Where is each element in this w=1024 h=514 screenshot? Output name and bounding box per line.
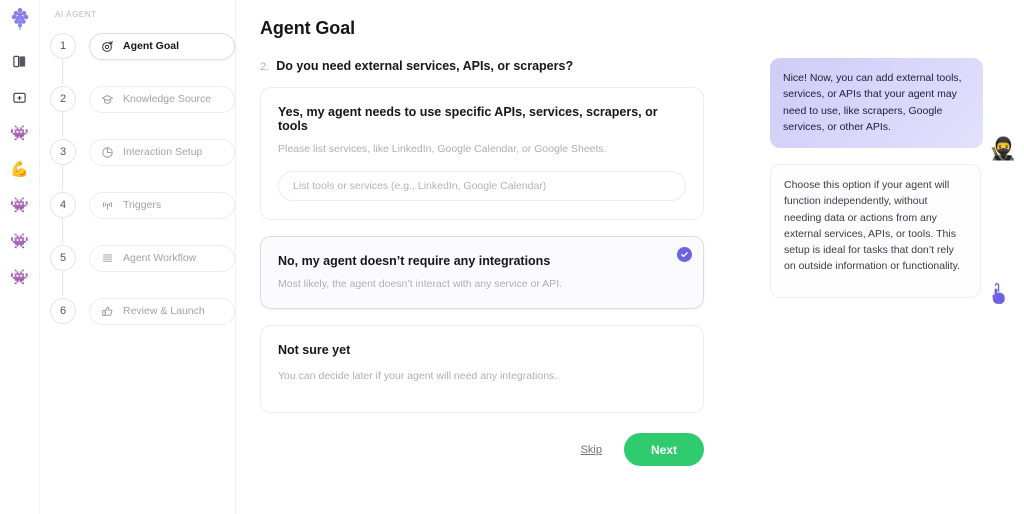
step-pill-triggers[interactable]: Triggers [89, 191, 235, 219]
option-title: Not sure yet [278, 343, 351, 357]
step-label: Agent Goal [123, 40, 180, 52]
option-subtitle: You can decide later if your agent will … [278, 370, 558, 382]
step-label: Agent Workflow [123, 252, 197, 264]
step-label: Knowledge Source [123, 93, 212, 105]
step-label: Interaction Setup [123, 146, 203, 158]
step-number: 3 [50, 139, 76, 165]
pointing-hand-cursor-icon [988, 282, 1012, 308]
question-number: 2. [260, 61, 270, 73]
stepper-connector-line [62, 112, 63, 137]
page-title: Agent Goal [260, 18, 356, 38]
stepper-item-interaction-setup[interactable]: 3 Interaction Setup [50, 137, 235, 167]
next-button[interactable]: Next [623, 433, 704, 466]
option-title: Yes, my agent needs to use specific APIs… [278, 105, 658, 133]
options-list: Yes, my agent needs to use specific APIs… [260, 87, 704, 413]
option-subtitle: Please list services, like LinkedIn, Goo… [278, 143, 607, 155]
stepper-section-label: AI AGENT [55, 10, 97, 19]
stepper-panel: AI AGENT 1 Agent Goal 2 Knowledge Source… [40, 0, 236, 514]
check-circle-icon [677, 247, 692, 262]
ninja-avatar-icon: 🥷 [989, 136, 1017, 162]
stepper-item-agent-goal[interactable]: 1 Agent Goal [50, 31, 235, 61]
stepper-item-agent-workflow[interactable]: 5 Agent Workflow [50, 243, 235, 273]
rail-item-folder-add[interactable] [7, 84, 33, 110]
step-label: Triggers [123, 199, 162, 211]
action-bar: Skip Next [260, 433, 704, 466]
rail-item-robot-face-4[interactable]: 👾 [7, 264, 33, 290]
step-number: 1 [50, 33, 76, 59]
app-root: 👾 💪 👾 👾 👾 AI AGENT 1 Agent Goal 2 Knowle… [0, 0, 1024, 514]
option-card-no[interactable]: No, my agent doesn’t require any integra… [260, 236, 704, 309]
icon-rail: 👾 💪 👾 👾 👾 [0, 0, 40, 514]
step-pill-agent-goal[interactable]: Agent Goal [89, 32, 235, 60]
thumbs-up-icon [100, 304, 115, 319]
robot-face-icon: 👾 [10, 124, 29, 142]
step-number: 5 [50, 245, 76, 271]
rail-item-robot-face-3[interactable]: 👾 [7, 228, 33, 254]
question-text: Do you need external services, APIs, or … [276, 59, 574, 73]
step-pill-review-launch[interactable]: Review & Launch [89, 297, 235, 325]
step-number: 4 [50, 192, 76, 218]
muscle-arm-icon: 💪 [10, 160, 29, 178]
step-pill-knowledge-source[interactable]: Knowledge Source [89, 85, 235, 113]
step-number: 2 [50, 86, 76, 112]
stepper-connector-line [62, 218, 63, 243]
list-lines-icon [100, 251, 115, 266]
assistant-bubble-wrap-2: Choose this option if your agent will fu… [770, 164, 1005, 304]
step-label: Review & Launch [123, 305, 205, 317]
stepper-item-review-launch[interactable]: 6 Review & Launch [50, 296, 235, 326]
option-card-not-sure[interactable]: Not sure yet You can decide later if you… [260, 325, 704, 413]
step-pill-interaction-setup[interactable]: Interaction Setup [89, 138, 235, 166]
assistant-message-primary: Nice! Now, you can add external tools, s… [770, 58, 983, 149]
grape-logo-icon[interactable] [7, 4, 33, 34]
stepper-connector-line [62, 165, 63, 190]
stepper-item-triggers[interactable]: 4 Triggers [50, 190, 235, 220]
stepper-list: 1 Agent Goal 2 Knowledge Source 3 Intera… [50, 31, 235, 326]
rail-item-robot-face-2[interactable]: 👾 [7, 192, 33, 218]
assistant-message-secondary: Choose this option if your agent will fu… [770, 164, 981, 298]
graduation-cap-icon [100, 92, 115, 107]
robot-face-icon: 👾 [10, 268, 29, 286]
robot-face-icon: 👾 [10, 232, 29, 250]
tools-services-input[interactable] [278, 171, 686, 201]
stepper-connector-line [62, 271, 63, 296]
assistant-panel: Nice! Now, you can add external tools, s… [770, 58, 1017, 314]
rail-item-book-open[interactable] [7, 48, 33, 74]
step-pill-agent-workflow[interactable]: Agent Workflow [89, 244, 235, 272]
target-icon [100, 39, 115, 54]
option-title: No, my agent doesn’t require any integra… [278, 254, 551, 268]
option-subtitle: Most likely, the agent doesn’t interact … [278, 278, 563, 290]
stepper-item-knowledge-source[interactable]: 2 Knowledge Source [50, 84, 235, 114]
option-card-yes[interactable]: Yes, my agent needs to use specific APIs… [260, 87, 704, 220]
stepper-connector-line [62, 59, 63, 84]
rail-item-muscle-arm[interactable]: 💪 [7, 156, 33, 182]
robot-face-icon: 👾 [10, 196, 29, 214]
step-number: 6 [50, 298, 76, 324]
assistant-bubble-wrap-1: Nice! Now, you can add external tools, s… [770, 58, 1017, 161]
skip-button[interactable]: Skip [581, 444, 602, 456]
rail-item-robot-face-1[interactable]: 👾 [7, 120, 33, 146]
clock-pie-icon [100, 145, 115, 160]
signal-antenna-icon [100, 198, 115, 213]
